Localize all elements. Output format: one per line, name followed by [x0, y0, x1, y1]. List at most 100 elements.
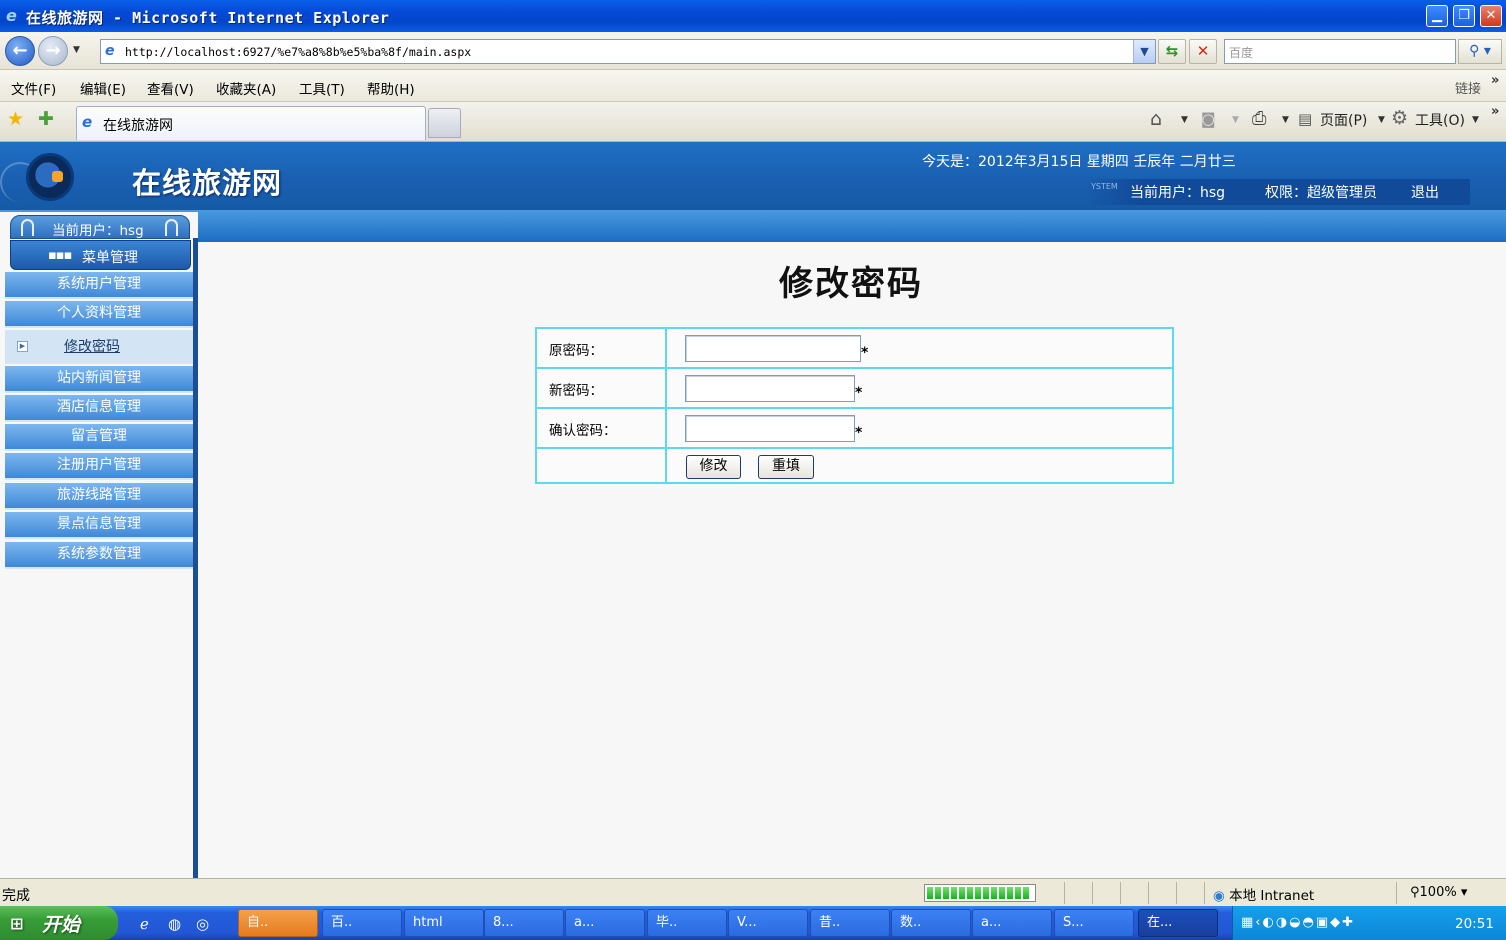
- menu-file[interactable]: 文件(F): [11, 78, 56, 98]
- sidebar-item-label: 系统用户管理: [57, 276, 141, 292]
- home-dropdown-icon[interactable]: ▼: [1181, 115, 1188, 125]
- sidebar-item-label: 修改密码: [64, 339, 120, 355]
- back-button[interactable]: ←: [5, 36, 35, 66]
- sidebar-item-label: 个人资料管理: [57, 305, 141, 321]
- quicklaunch-ie-icon[interactable]: ℯ: [140, 915, 149, 933]
- system-tag: YSTEM: [1091, 182, 1118, 191]
- sidebar-item-news[interactable]: 站内新闻管理: [5, 366, 193, 393]
- tools-menu[interactable]: 工具(O): [1415, 110, 1465, 130]
- new-password-input[interactable]: [685, 375, 855, 402]
- progress-bar: [924, 884, 1036, 902]
- menu-edit[interactable]: 编辑(E): [80, 78, 126, 98]
- quicklaunch-media-icon[interactable]: ◍: [168, 915, 181, 933]
- chevron-right-icon[interactable]: »: [1491, 104, 1499, 119]
- history-dropdown-icon[interactable]: ▼: [73, 45, 80, 55]
- task-item[interactable]: 昔..: [810, 909, 890, 937]
- sidebar-menu-header[interactable]: ▪▪▪ 菜单管理: [10, 240, 191, 270]
- submit-button[interactable]: 修改: [686, 455, 741, 479]
- globe-icon: ◉: [1213, 888, 1225, 904]
- confirm-password-label: 确认密码：: [549, 423, 617, 439]
- task-item[interactable]: 百..: [322, 909, 402, 937]
- hook-icon: [21, 219, 34, 236]
- close-button[interactable]: ✕: [1480, 5, 1502, 27]
- task-item[interactable]: V...: [728, 909, 808, 937]
- menu-help[interactable]: 帮助(H): [367, 78, 415, 98]
- task-item[interactable]: 自..: [238, 909, 318, 937]
- old-password-input[interactable]: [685, 335, 861, 362]
- sidebar-item-system-users[interactable]: 系统用户管理: [5, 272, 193, 299]
- start-button[interactable]: ⊞ 开始: [0, 906, 118, 940]
- task-item[interactable]: 8...: [484, 909, 564, 937]
- search-input[interactable]: 百度: [1224, 39, 1456, 64]
- address-dropdown-icon[interactable]: ▼: [1133, 40, 1155, 63]
- minimize-button[interactable]: ▁: [1426, 5, 1448, 27]
- task-item[interactable]: 数..: [891, 909, 971, 937]
- task-item[interactable]: html: [404, 909, 484, 937]
- home-icon[interactable]: ⌂: [1150, 108, 1162, 130]
- sidebar: 当前用户：hsg ▪▪▪ 菜单管理 系统用户管理 个人资料管理 ▶ 修改密码 站…: [0, 212, 198, 878]
- page-menu[interactable]: 页面(P): [1320, 110, 1367, 130]
- taskbar: ⊞ 开始 ℯ ◍ ◎ 自.. 百.. html 8... a... 毕.. V.…: [0, 906, 1506, 940]
- sidebar-item-parameters[interactable]: 系统参数管理: [5, 542, 193, 569]
- links-label[interactable]: 链接: [1455, 78, 1481, 97]
- status-text: 完成: [2, 888, 30, 904]
- sidebar-item-hotel[interactable]: 酒店信息管理: [5, 395, 193, 422]
- sidebar-item-messages[interactable]: 留言管理: [5, 424, 193, 451]
- required-mark: *: [855, 385, 863, 401]
- sidebar-item-change-password[interactable]: ▶ 修改密码: [5, 330, 193, 364]
- menu-view[interactable]: 查看(V): [147, 78, 194, 98]
- stop-button[interactable]: ✕: [1189, 39, 1217, 64]
- sidebar-item-label: 注册用户管理: [57, 457, 141, 473]
- page-icon: e: [105, 43, 115, 59]
- task-item[interactable]: a...: [565, 909, 645, 937]
- restore-button[interactable]: ❐: [1453, 5, 1475, 27]
- refresh-button[interactable]: ⇆: [1158, 39, 1186, 64]
- zone-label: 本地 Intranet: [1229, 888, 1315, 904]
- sidebar-item-registered-users[interactable]: 注册用户管理: [5, 453, 193, 480]
- tab-zaixian-lvyou[interactable]: e 在线旅游网: [76, 106, 426, 140]
- chevron-right-icon[interactable]: »: [1491, 73, 1499, 88]
- feed-icon[interactable]: ◙: [1201, 110, 1216, 128]
- new-password-label: 新密码：: [549, 383, 603, 399]
- sidebar-item-label: 系统参数管理: [57, 546, 141, 562]
- task-item[interactable]: 毕..: [647, 909, 727, 937]
- new-tab-button[interactable]: [428, 108, 461, 138]
- confirm-password-input[interactable]: [685, 415, 855, 442]
- header-band: [0, 210, 1506, 242]
- magnifier-icon: ⚲: [1410, 885, 1420, 900]
- clock: 20:51: [1455, 916, 1494, 932]
- search-button[interactable]: ⚲ ▾: [1458, 39, 1502, 64]
- forward-button[interactable]: →: [38, 36, 68, 66]
- sidebar-item-routes[interactable]: 旅游线路管理: [5, 483, 193, 510]
- page-dropdown-icon[interactable]: ▼: [1378, 115, 1385, 125]
- task-item-active[interactable]: 在...: [1138, 909, 1218, 937]
- menu-favorites[interactable]: 收藏夹(A): [216, 78, 276, 98]
- sidebar-item-attractions[interactable]: 景点信息管理: [5, 512, 193, 539]
- address-bar[interactable]: e http://localhost:6927/%e7%a8%8b%e5%ba%…: [100, 39, 1156, 64]
- security-zone: ◉ 本地 Intranet: [1213, 884, 1314, 904]
- task-item[interactable]: S...: [1054, 909, 1134, 937]
- favorites-star-icon[interactable]: ★: [7, 108, 24, 130]
- tray-icons[interactable]: ▦‹◐◑◒◓▣◆✚: [1241, 915, 1355, 930]
- arrow-bullet-icon: ▶: [17, 341, 28, 352]
- feed-dropdown-icon[interactable]: ▼: [1232, 115, 1239, 125]
- print-icon[interactable]: ⎙: [1252, 108, 1266, 129]
- task-item[interactable]: a...: [972, 909, 1052, 937]
- page-content: 在线旅游网 今天是：2012年3月15日 星期四 壬辰年 二月廿三 YSTEM …: [0, 142, 1506, 878]
- sidebar-item-label: 酒店信息管理: [57, 399, 141, 415]
- site-title: 在线旅游网: [132, 166, 283, 200]
- address-url: http://localhost:6927/%e7%a8%8b%e5%ba%8f…: [125, 45, 472, 59]
- sidebar-user-header: 当前用户：hsg: [10, 215, 190, 239]
- zoom-control[interactable]: ⚲100% ▾: [1410, 885, 1467, 900]
- quicklaunch-browser-icon[interactable]: ◎: [196, 915, 209, 933]
- reset-button[interactable]: 重填: [758, 455, 814, 479]
- gear-icon: ⚙: [1391, 107, 1409, 129]
- menu-tools[interactable]: 工具(T): [299, 78, 345, 98]
- print-dropdown-icon[interactable]: ▼: [1282, 115, 1289, 125]
- logout-link[interactable]: 退出: [1411, 182, 1439, 202]
- sidebar-item-profile[interactable]: 个人资料管理: [5, 301, 193, 328]
- required-mark: *: [855, 425, 863, 441]
- tools-dropdown-icon[interactable]: ▼: [1472, 115, 1479, 125]
- add-favorite-icon[interactable]: ✚: [38, 108, 54, 130]
- start-label: 开始: [42, 914, 81, 936]
